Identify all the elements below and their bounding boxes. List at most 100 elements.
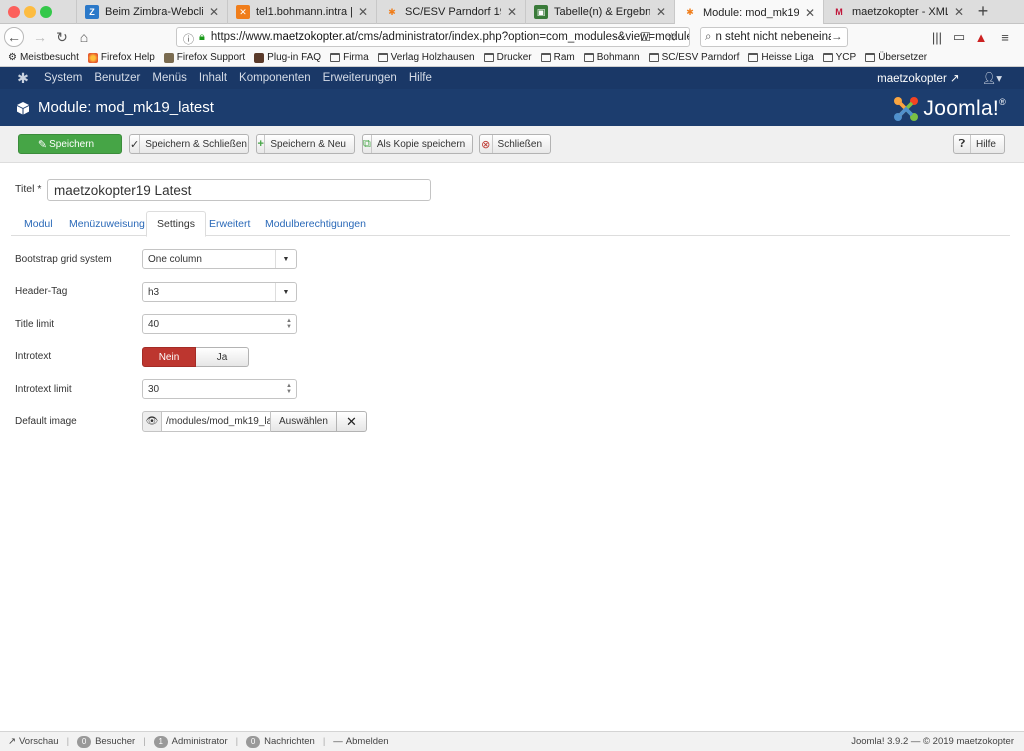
tab-settings[interactable]: Settings	[146, 211, 206, 237]
menu-menues[interactable]: Menüs	[152, 72, 187, 84]
tab-menuezuweisung[interactable]: Menüzuweisung	[59, 211, 155, 236]
introtext-no-option[interactable]: Nein	[142, 347, 196, 367]
bookmark-meistbesucht[interactable]: ⚙ Meistbesucht	[8, 52, 79, 63]
preview-link[interactable]: ↗ Vorschau	[8, 736, 59, 747]
menu-komponenten[interactable]: Komponenten	[239, 72, 311, 84]
image-path-input[interactable]: /modules/mod_mk19_latest	[162, 411, 271, 432]
bookmark-folder-parndorf[interactable]: SC/ESV Parndorf	[648, 52, 739, 63]
window-maximize-button[interactable]	[40, 6, 52, 18]
browser-tab-starface[interactable]: ✕ tel1.bohmann.intra | STARFACE ✕	[227, 0, 376, 24]
title-input[interactable]	[47, 179, 431, 201]
bookmark-folder-firma[interactable]: Firma	[330, 52, 369, 63]
soccer-icon: ▣	[534, 5, 548, 19]
bookmark-plugin-faq[interactable]: Plug-in FAQ	[254, 52, 321, 63]
page-actions-icon[interactable]: ⋯ ☐ ☆	[613, 30, 683, 44]
tab-close-icon[interactable]: ✕	[805, 6, 815, 20]
user-icon[interactable]: 👤︎▾	[982, 71, 1002, 85]
window-close-button[interactable]	[8, 6, 20, 18]
plugin-icon	[254, 52, 265, 63]
menu-benutzer[interactable]: Benutzer	[94, 72, 140, 84]
tab-modul[interactable]: Modul	[14, 211, 63, 236]
brand-text: Joomla!	[923, 97, 1000, 120]
spinner-icon[interactable]: ▲ ▼	[286, 318, 292, 330]
spinner-icon[interactable]: ▲ ▼	[286, 383, 292, 395]
home-button[interactable]: ⌂	[74, 27, 94, 47]
eye-icon[interactable]: 👁︎	[142, 411, 162, 432]
logout-link[interactable]: — Abmelden	[333, 736, 388, 747]
close-button[interactable]: ⊗ Schließen	[479, 134, 551, 154]
messages-link[interactable]: 0 Nachrichten	[246, 735, 315, 748]
bookmark-folder-heisse-liga[interactable]: Heisse Liga	[748, 52, 814, 63]
tab-close-icon[interactable]: ✕	[358, 5, 368, 19]
bookmark-folder-ycp[interactable]: YCP	[822, 52, 856, 63]
menu-hilfe[interactable]: Hilfe	[409, 72, 432, 84]
tab-close-icon[interactable]: ✕	[656, 5, 666, 19]
browser-tab-parndorf[interactable]: ✱ SC/ESV Parndorf 1919 - Administration …	[376, 0, 525, 24]
caret-down-icon: ▼	[275, 283, 296, 301]
folder-icon	[865, 53, 876, 62]
save-new-button[interactable]: + Speichern & Neu	[256, 134, 355, 154]
introtext-yes-option[interactable]: Ja	[196, 347, 249, 367]
introtext-limit-input[interactable]: 30 ▲ ▼	[142, 379, 297, 399]
save-copy-button[interactable]: ⧉ Als Kopie speichern	[362, 134, 473, 154]
cube-icon	[16, 101, 30, 115]
menu-system[interactable]: System	[44, 72, 82, 84]
menu-icon[interactable]: ≡	[996, 28, 1014, 46]
tab-modulberechtigungen[interactable]: Modulberechtigungen	[255, 211, 376, 236]
browser-tab-zimbra[interactable]: Z Beim Zimbra-Webclient anmelden ✕	[76, 0, 227, 24]
tab-close-icon[interactable]: ✕	[507, 5, 517, 19]
browser-tab-strip: Z Beim Zimbra-Webclient anmelden ✕ ✕ tel…	[0, 0, 1024, 25]
visitors-badge: 0	[77, 735, 92, 748]
help-button[interactable]: ❓︎ Hilfe	[953, 134, 1005, 154]
tab-close-icon[interactable]: ✕	[209, 5, 219, 19]
new-tab-button[interactable]: +	[972, 1, 994, 23]
window-minimize-button[interactable]	[24, 6, 36, 18]
bookmark-folder-uebersetzer[interactable]: Übersetzer	[865, 52, 927, 63]
menu-erweiterungen[interactable]: Erweiterungen	[323, 72, 397, 84]
firefox-icon	[87, 52, 98, 63]
tab-label: Beim Zimbra-Webclient anmelden	[105, 6, 203, 18]
forward-button[interactable]: →	[30, 27, 50, 47]
zimbra-icon: Z	[85, 5, 99, 19]
back-button[interactable]: ←	[4, 27, 24, 47]
logout-label: Abmelden	[345, 736, 389, 747]
arrow-left-icon: ←	[7, 29, 21, 45]
save-close-button[interactable]: ✓ Speichern & Schließen	[129, 134, 249, 154]
title-limit-input[interactable]: 40 ▲ ▼	[142, 314, 297, 334]
image-choose-button[interactable]: Auswählen	[271, 411, 337, 432]
admins-link[interactable]: 1 Administrator	[153, 735, 228, 748]
visitors-link[interactable]: 0 Besucher	[77, 735, 135, 748]
library-icon[interactable]: |||	[928, 28, 946, 46]
joomla-logo-icon[interactable]: ✱	[14, 69, 32, 87]
url-bar[interactable]: ⓘ 🔒︎ https://www.maetzokopter.at/cms/adm…	[176, 27, 690, 47]
reload-button[interactable]: ↻	[52, 27, 72, 47]
browser-tab-xml-sis[interactable]: M maetzokopter - XML SIS Handball ✕	[823, 0, 972, 24]
save-button[interactable]: ✎ Speichern	[18, 134, 122, 154]
arrow-right-icon[interactable]: →	[831, 31, 847, 43]
site-link[interactable]: maetzokopter ↗	[877, 71, 960, 85]
pdf-icon[interactable]: ▲	[972, 28, 990, 46]
info-icon[interactable]: ⓘ	[183, 31, 194, 47]
joomla-brand-logo: Joomla! ®	[892, 95, 1006, 123]
search-field[interactable]: ⌕ n steht nicht nebeneinander →	[700, 27, 848, 47]
image-clear-button[interactable]: ✕	[336, 411, 367, 432]
sidebar-icon[interactable]: ▭	[950, 28, 968, 46]
tab-close-icon[interactable]: ✕	[954, 5, 964, 19]
bookmark-folder-verlag[interactable]: Verlag Holzhausen	[377, 52, 475, 63]
header-tag-select[interactable]: h3 ▼	[142, 282, 297, 302]
tab-label: maetzokopter - XML SIS Handball	[852, 6, 948, 18]
grid-system-value: One column	[148, 253, 202, 265]
bookmark-firefox-support[interactable]: Firefox Support	[163, 52, 245, 63]
browser-tab-tabelle[interactable]: ▣ Tabelle(n) & Ergebnisse: Burgenland ✕	[525, 0, 674, 24]
bookmark-label: Meistbesucht	[19, 52, 79, 63]
browser-tab-active-module[interactable]: ✱ Module: mod_mk19_latest - maetzokopter…	[674, 0, 823, 25]
caret-down-icon: ▼	[275, 250, 296, 268]
tab-erweitert[interactable]: Erweitert	[199, 211, 260, 236]
image-icon	[163, 52, 174, 63]
grid-system-select[interactable]: One column ▼	[142, 249, 297, 269]
menu-inhalt[interactable]: Inhalt	[199, 72, 227, 84]
bookmark-folder-bohmann[interactable]: Bohmann	[583, 52, 640, 63]
bookmark-folder-drucker[interactable]: Drucker	[483, 52, 532, 63]
bookmark-folder-ram[interactable]: Ram	[540, 52, 575, 63]
bookmark-firefox-help[interactable]: Firefox Help	[87, 52, 155, 63]
